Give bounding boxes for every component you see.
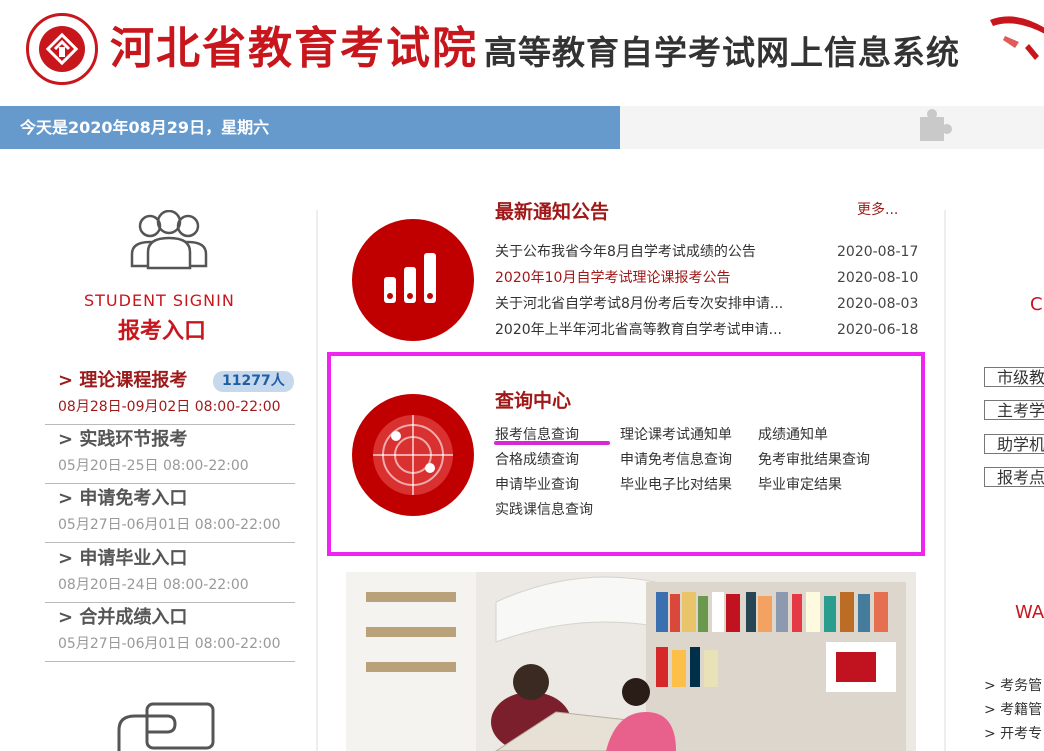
query-link[interactable]: 成绩通知单 xyxy=(758,425,828,445)
notice-title[interactable]: 关于河北省自学考试8月份考后专次安排申请... xyxy=(495,292,783,316)
ribbon-decoration-icon xyxy=(990,16,1044,60)
puzzle-icon[interactable] xyxy=(914,107,954,147)
entry-practice-registration[interactable]: > 实践环节报考 05月20日-25日 08:00-22:00 xyxy=(45,426,295,484)
query-link[interactable]: 理论课考试通知单 xyxy=(620,425,732,445)
right-nav-button[interactable]: 市级教 xyxy=(984,367,1044,387)
right-section-heading-fragment: C xyxy=(1030,294,1043,315)
entry-exemption[interactable]: > 申请免考入口 05月27日-06月01日 08:00-22:00 xyxy=(45,485,295,543)
query-link[interactable]: 实践课信息查询 xyxy=(495,500,593,520)
notice-date: 2020-08-03 xyxy=(837,296,919,312)
entry-label[interactable]: > 实践环节报考 xyxy=(58,426,187,454)
system-name: 高等教育自学考试网上信息系统 xyxy=(484,33,960,72)
right-nav-button[interactable]: 报考点 xyxy=(984,467,1044,487)
date-bar: 今天是2020年08月29日，星期六 xyxy=(0,106,620,149)
right-link[interactable]: > 考籍管 xyxy=(984,700,1042,720)
entry-label[interactable]: > 合并成绩入口 xyxy=(58,604,187,632)
query-link[interactable]: 申请毕业查询 xyxy=(495,475,579,495)
logo-emblem-icon xyxy=(39,26,85,72)
id-card-icon xyxy=(117,702,215,751)
query-section-title: 查询中心 xyxy=(495,390,572,412)
entry-time: 08月28日-09月02日 08:00-22:00 xyxy=(58,399,281,415)
registration-count-badge: 11277人 xyxy=(213,371,294,392)
query-link[interactable]: 免考审批结果查询 xyxy=(758,450,870,470)
site-name: 河北省教育考试院 xyxy=(110,23,478,74)
query-link[interactable]: 申请免考信息查询 xyxy=(620,450,732,470)
notice-more-link[interactable]: 更多... xyxy=(857,199,898,219)
entry-time: 05月27日-06月01日 08:00-22:00 xyxy=(58,517,281,533)
radar-icon xyxy=(352,394,474,516)
entry-graduation[interactable]: > 申请毕业入口 08月20日-24日 08:00-22:00 xyxy=(45,545,295,603)
notice-item[interactable]: 2020年10月自学考试理论课报考公告 2020-08-10 xyxy=(495,266,919,290)
right-nav-button[interactable]: 主考学 xyxy=(984,400,1044,420)
notice-section-title: 最新通知公告 xyxy=(495,201,610,223)
entry-time: 05月20日-25日 08:00-22:00 xyxy=(58,458,249,474)
current-date: 今天是2020年08月29日，星期六 xyxy=(20,118,270,137)
right-section-heading-fragment: WA xyxy=(1015,602,1044,623)
query-link[interactable]: 毕业审定结果 xyxy=(758,475,842,495)
entry-label[interactable]: > 理论课程报考 xyxy=(58,367,187,395)
entry-theory-registration[interactable]: > 理论课程报考 11277人 08月28日-09月02日 08:00-22:0… xyxy=(45,367,295,425)
site-logo[interactable] xyxy=(26,13,98,85)
notice-item[interactable]: 关于河北省自学考试8月份考后专次安排申请... 2020-08-03 xyxy=(495,292,919,316)
notice-item[interactable]: 关于公布我省今年8月自学考试成绩的公告 2020-08-17 xyxy=(495,240,919,264)
notice-title[interactable]: 2020年上半年河北省高等教育自学考试申请... xyxy=(495,318,782,342)
entry-time: 05月27日-06月01日 08:00-22:00 xyxy=(58,636,281,652)
entry-label[interactable]: > 申请免考入口 xyxy=(58,485,187,513)
signin-title-en: STUDENT SIGNIN xyxy=(84,291,235,310)
entry-time: 08月20日-24日 08:00-22:00 xyxy=(58,577,249,593)
right-link[interactable]: > 考务管 xyxy=(984,676,1042,696)
signin-title-cn: 报考入口 xyxy=(118,319,207,344)
entry-label[interactable]: > 申请毕业入口 xyxy=(58,545,187,573)
notice-chart-icon xyxy=(352,219,474,341)
query-link[interactable]: 合格成绩查询 xyxy=(495,450,579,470)
notice-title[interactable]: 2020年10月自学考试理论课报考公告 xyxy=(495,266,730,290)
right-nav-button[interactable]: 助学机 xyxy=(984,434,1044,454)
query-link[interactable]: 毕业电子比对结果 xyxy=(620,475,732,495)
annotation-underline xyxy=(494,441,610,445)
students-icon xyxy=(130,210,208,270)
date-bar-right xyxy=(620,106,1044,149)
notice-title[interactable]: 关于公布我省今年8月自学考试成绩的公告 xyxy=(495,240,756,264)
notice-date: 2020-08-17 xyxy=(837,244,919,260)
site-header: 河北省教育考试院 高等教育自学考试网上信息系统 xyxy=(0,0,1044,106)
entry-merge-scores[interactable]: > 合并成绩入口 05月27日-06月01日 08:00-22:00 xyxy=(45,604,295,662)
notice-date: 2020-06-18 xyxy=(837,322,919,338)
right-link[interactable]: > 开考专 xyxy=(984,724,1042,744)
notice-date: 2020-08-10 xyxy=(837,270,919,286)
banner-photo[interactable] xyxy=(346,572,916,751)
center-divider-left xyxy=(316,210,318,751)
center-divider-right xyxy=(944,210,946,751)
notice-item[interactable]: 2020年上半年河北省高等教育自学考试申请... 2020-06-18 xyxy=(495,318,919,342)
